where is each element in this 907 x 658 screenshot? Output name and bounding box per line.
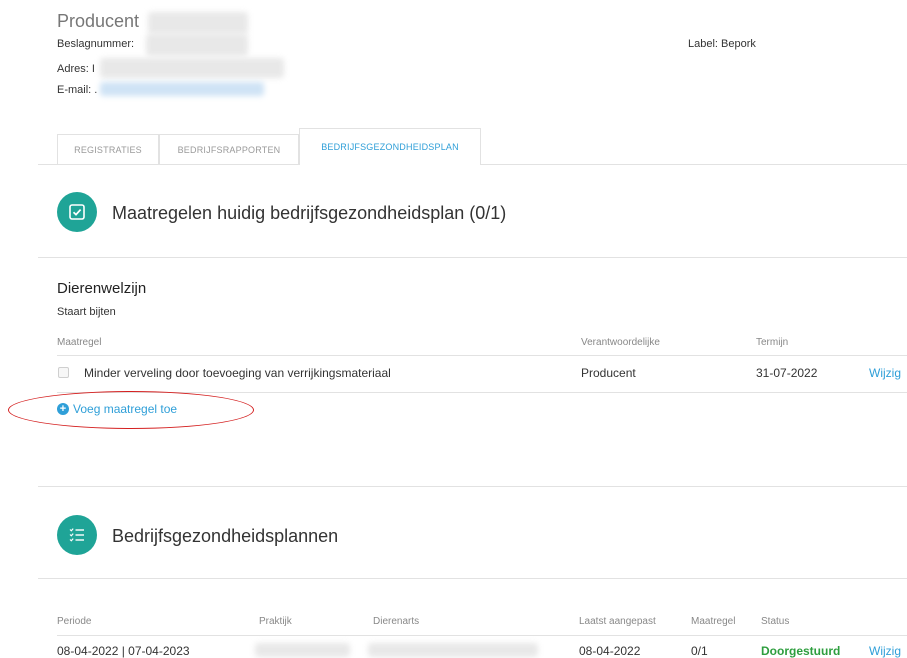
plans-header-divider bbox=[57, 635, 907, 636]
section-divider bbox=[38, 257, 907, 258]
measure-deadline: 31-07-2022 bbox=[756, 366, 818, 380]
checklist-icon bbox=[57, 515, 97, 555]
beslagnummer-label: Beslagnummer: bbox=[57, 38, 135, 50]
email-label: E-mail: . bbox=[57, 84, 98, 96]
tab-bedrijfsgezondheidsplan[interactable]: BEDRIJFSGEZONDHEIDSPLAN bbox=[299, 128, 481, 165]
col-dierenarts: Dierenarts bbox=[373, 616, 420, 627]
redacted-beslagnummer bbox=[146, 34, 248, 56]
plans-heading: Bedrijfsgezondheidsplannen bbox=[112, 526, 339, 546]
redacted-email bbox=[100, 82, 264, 96]
highlight-ellipse bbox=[8, 391, 254, 429]
plan-last-modified: 08-04-2022 bbox=[579, 644, 641, 658]
col-maatregel: Maatregel bbox=[57, 337, 102, 348]
adres-label: Adres: I bbox=[57, 63, 95, 75]
tab-bedrijfsrapporten[interactable]: BEDRIJFSRAPPORTEN bbox=[159, 134, 299, 164]
measures-heading: Maatregelen huidig bedrijfsgezondheidspl… bbox=[112, 203, 507, 223]
tab-registraties[interactable]: REGISTRATIES bbox=[57, 134, 159, 164]
table-header-divider bbox=[57, 355, 907, 356]
measure-responsible: Producent bbox=[581, 366, 636, 380]
section-divider-2 bbox=[38, 486, 907, 487]
col-laatst-aangepast: Laatst aangepast bbox=[579, 616, 656, 627]
section-divider-3 bbox=[38, 578, 907, 579]
col-periode: Periode bbox=[57, 616, 92, 627]
edit-plan-link[interactable]: Wijzig bbox=[869, 644, 901, 658]
label-text: Label: Bepork bbox=[688, 38, 756, 50]
redacted-dierenarts bbox=[368, 643, 538, 657]
redacted-praktijk bbox=[255, 643, 350, 657]
col-status: Status bbox=[761, 616, 790, 627]
col-termijn: Termijn bbox=[756, 337, 789, 348]
edit-measure-link[interactable]: Wijzig bbox=[869, 366, 901, 380]
col-maatregel-count: Maatregel bbox=[691, 616, 736, 627]
col-verantwoordelijke: Verantwoordelijke bbox=[581, 337, 660, 348]
plan-measure-count: 0/1 bbox=[691, 644, 708, 658]
group-subtitle: Staart bijten bbox=[57, 306, 116, 318]
checkbox-icon bbox=[57, 192, 97, 232]
group-title: Dierenwelzijn bbox=[57, 280, 147, 297]
redacted-producer-name bbox=[148, 12, 248, 34]
col-praktijk: Praktijk bbox=[259, 616, 292, 627]
redacted-adres bbox=[100, 58, 284, 78]
measure-text: Minder verveling door toevoeging van ver… bbox=[84, 366, 391, 380]
producer-title: Producent bbox=[57, 11, 140, 31]
plan-period: 08-04-2022 | 07-04-2023 bbox=[57, 644, 190, 658]
plan-status-badge: Doorgestuurd bbox=[761, 644, 841, 658]
measure-checkbox[interactable] bbox=[58, 367, 69, 378]
